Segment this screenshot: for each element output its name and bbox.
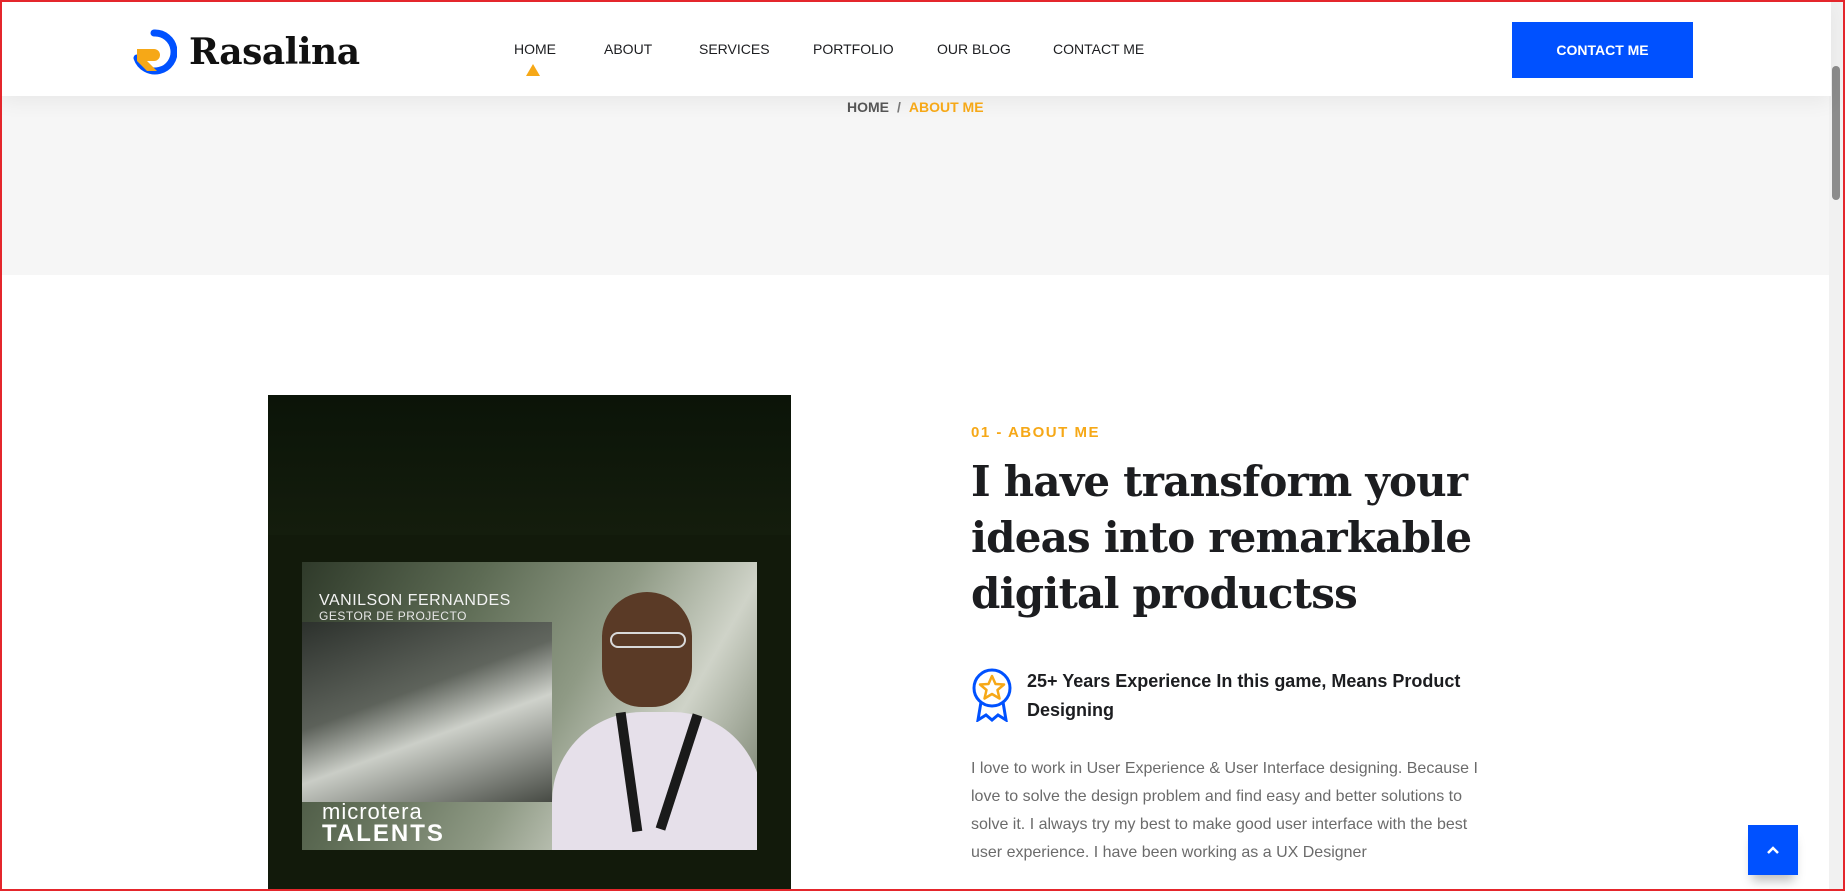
experience-text: 25+ Years Experience In this game, Means… [1027,671,1461,720]
contact-me-button[interactable]: CONTACT ME [1512,22,1693,78]
scrollbar-thumb[interactable] [1832,66,1840,200]
about-image-panel: VANILSON FERNANDES GESTOR DE PROJECTO mi… [268,395,791,891]
nav-item-blog[interactable]: OUR BLOG [937,41,1011,57]
photo-caption-name: VANILSON FERNANDES [319,592,511,609]
nav-item-services[interactable]: SERVICES [699,41,770,57]
nav-item-contact[interactable]: CONTACT ME [1053,41,1144,57]
breadcrumb-banner [2,96,1831,275]
nav-item-portfolio[interactable]: PORTFOLIO [813,41,894,57]
photo-background-equipment [302,622,552,802]
chevron-up-icon [1767,846,1779,854]
photo-brand-line2: TALENTS [322,820,445,847]
nav-item-home[interactable]: HOME [514,41,556,57]
photo-person-shirt [552,712,757,850]
profile-photo: VANILSON FERNANDES GESTOR DE PROJECTO mi… [302,562,757,850]
site-header: Rasalina HOME ABOUT SERVICES PORTFOLIO O… [0,0,1831,96]
photo-glasses [610,632,686,648]
photo-person-head [602,592,692,707]
about-description: I love to work in User Experience & User… [971,760,1478,861]
breadcrumb-separator: / [897,99,901,115]
site-logo[interactable]: Rasalina [131,29,360,75]
breadcrumb: HOME / ABOUT ME [847,99,984,115]
photo-caption-role: GESTOR DE PROJECTO [319,609,467,623]
active-nav-indicator [526,64,540,76]
section-subtitle: 01 - ABOUT ME [971,424,1100,441]
logo-mark-icon [133,29,177,75]
page-scrollbar[interactable] [1829,2,1843,889]
breadcrumb-home-link[interactable]: HOME [847,99,889,115]
brand-name: Rasalina [189,31,360,73]
nav-item-about[interactable]: ABOUT [604,41,652,57]
breadcrumb-current: ABOUT ME [908,99,984,115]
back-to-top-button[interactable] [1748,825,1798,875]
award-badge-icon [972,668,1012,722]
about-headline: I have transform your ideas into remarka… [971,457,1472,618]
